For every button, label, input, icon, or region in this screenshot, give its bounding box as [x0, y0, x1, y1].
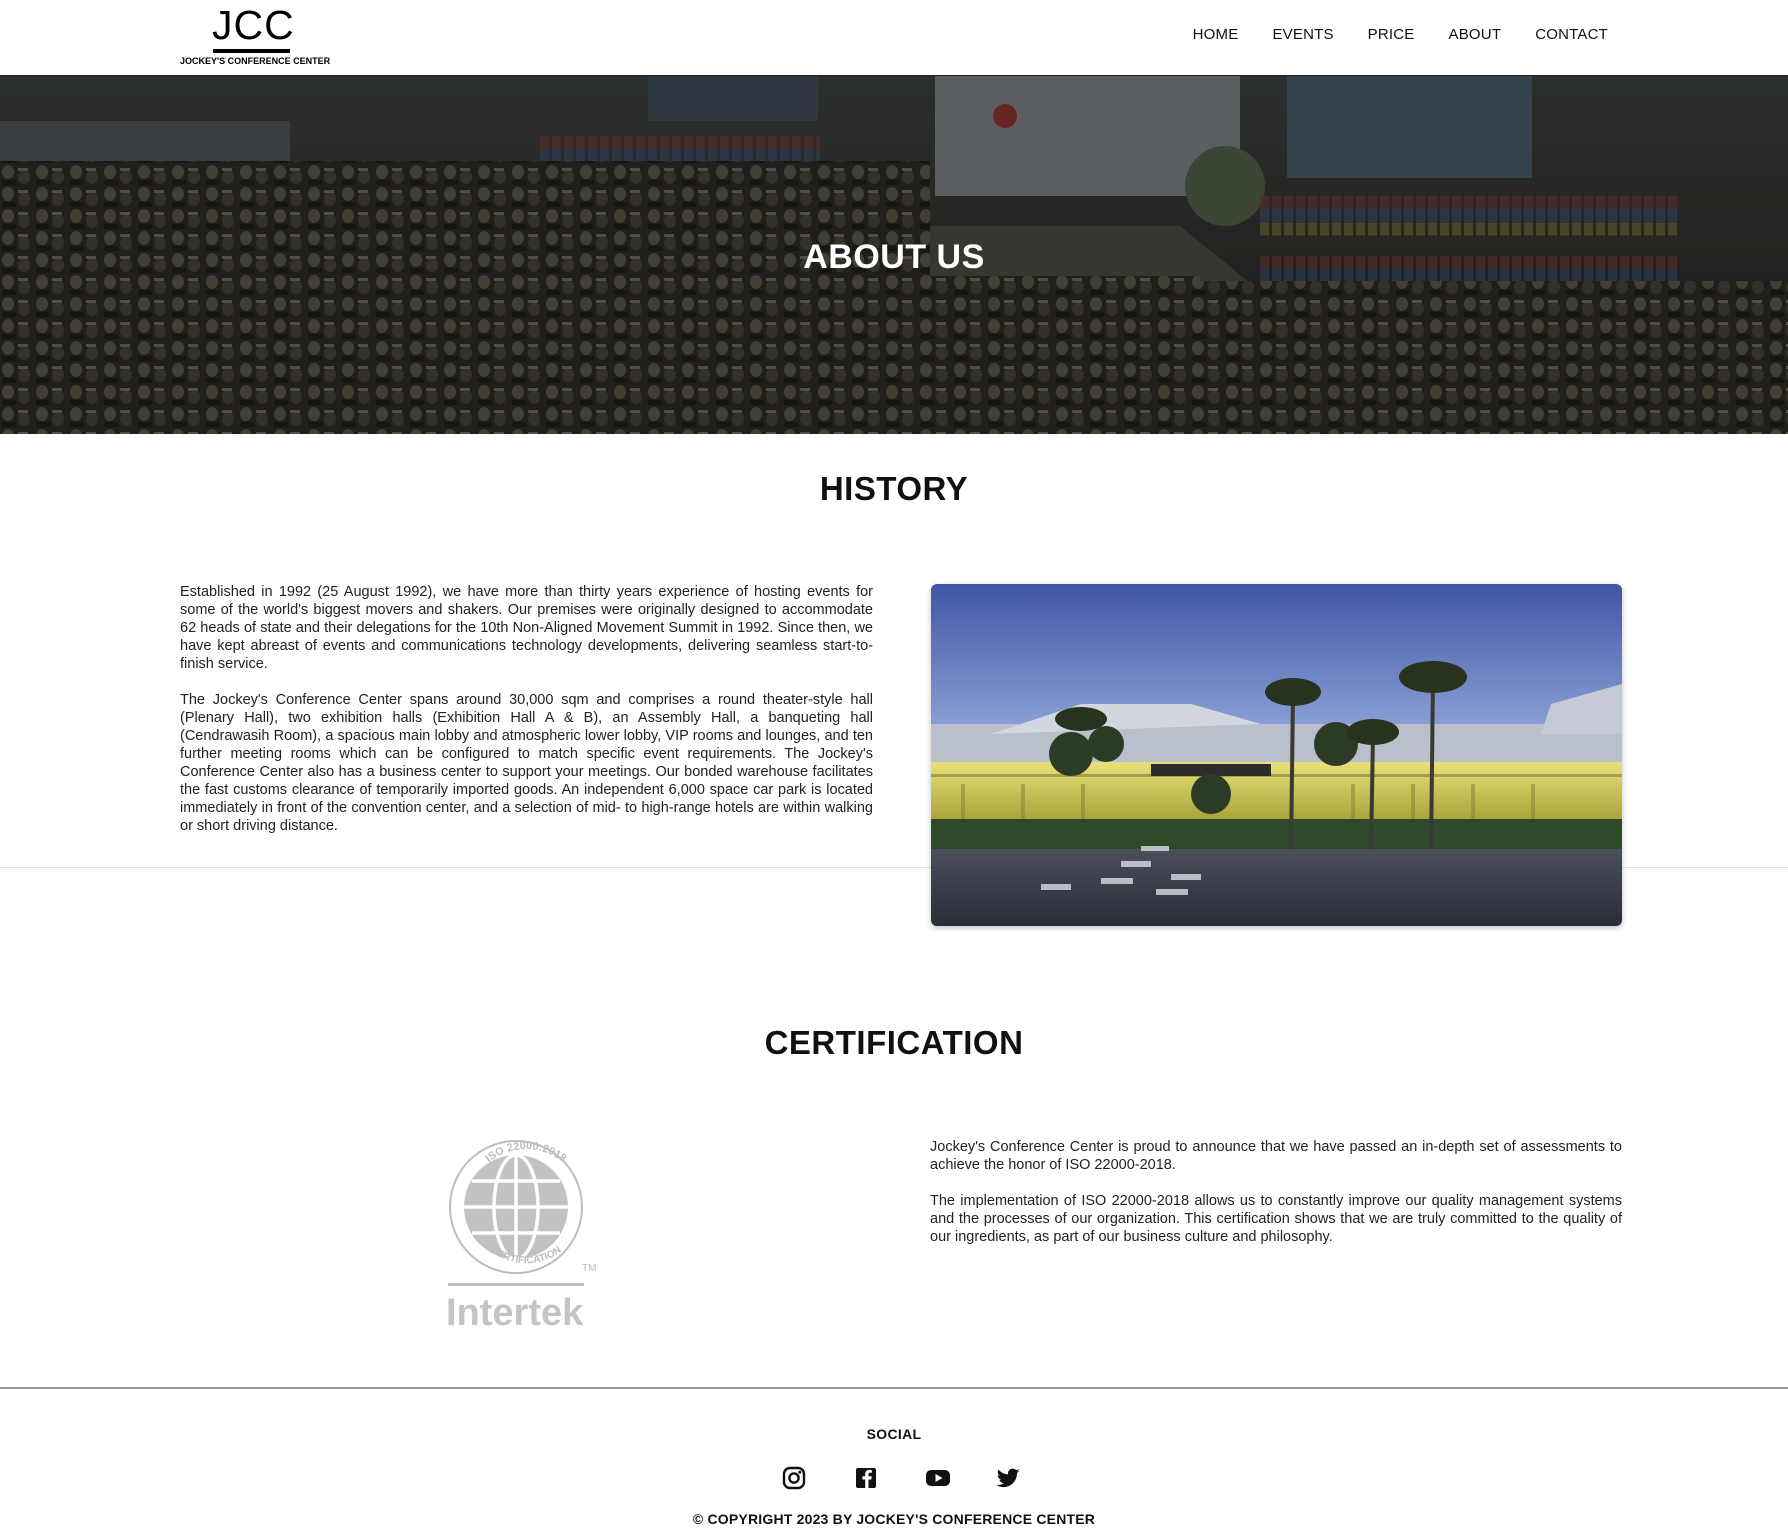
- certification-paragraph: The implementation of ISO 22000-2018 all…: [930, 1193, 1622, 1245]
- footer-divider: [0, 1387, 1788, 1389]
- certification-paragraph: Jockey's Conference Center is proud to a…: [930, 1139, 1622, 1173]
- logo-tm: TM: [582, 1263, 596, 1274]
- history-title: HISTORY: [819, 470, 969, 507]
- instagram-icon[interactable]: [780, 1464, 808, 1492]
- logo-subtitle: JOCKEY'S CONFERENCE CENTER: [180, 56, 331, 66]
- logo-brand: Intertek: [446, 1292, 584, 1331]
- venue-building-photo: [931, 584, 1622, 926]
- certification-title: CERTIFICATION: [764, 1024, 1024, 1061]
- certification-text: Jockey's Conference Center is proud to a…: [930, 1138, 1622, 1246]
- youtube-icon[interactable]: [924, 1464, 952, 1492]
- intertek-iso-logo: ISO 22000:2018 CERTIFICATION TM Intertek: [446, 1135, 606, 1334]
- nav-home[interactable]: HOME: [1193, 26, 1239, 43]
- nav-contact[interactable]: CONTACT: [1535, 26, 1608, 43]
- main-nav: HOME EVENTS PRICE ABOUT CONTACT: [1193, 26, 1608, 43]
- facebook-icon[interactable]: [852, 1464, 880, 1492]
- site-header: JCC JOCKEY'S CONFERENCE CENTER HOME EVEN…: [0, 0, 1788, 76]
- history-paragraph: Established in 1992 (25 August 1992), we…: [180, 584, 873, 672]
- history-paragraph: The Jockey's Conference Center spans aro…: [180, 692, 873, 834]
- hero-banner: ABOUT US: [0, 76, 1788, 434]
- history-text: Established in 1992 (25 August 1992), we…: [180, 583, 873, 835]
- logo-underline: [213, 49, 290, 53]
- site-logo[interactable]: JCC JOCKEY'S CONFERENCE CENTER: [180, 2, 331, 68]
- twitter-icon[interactable]: [994, 1464, 1022, 1492]
- social-title: SOCIAL: [866, 1426, 922, 1442]
- nav-about[interactable]: ABOUT: [1449, 26, 1502, 43]
- copyright-text: © COPYRIGHT 2023 BY JOCKEY'S CONFERENCE …: [692, 1511, 1096, 1527]
- hero-title: ABOUT US: [803, 238, 985, 276]
- nav-events[interactable]: EVENTS: [1272, 26, 1333, 43]
- social-links: [780, 1464, 1020, 1492]
- nav-price[interactable]: PRICE: [1368, 26, 1415, 43]
- logo-mark: JCC: [212, 2, 295, 48]
- globe-icon: ISO 22000:2018 CERTIFICATION TM Intertek: [446, 1140, 596, 1334]
